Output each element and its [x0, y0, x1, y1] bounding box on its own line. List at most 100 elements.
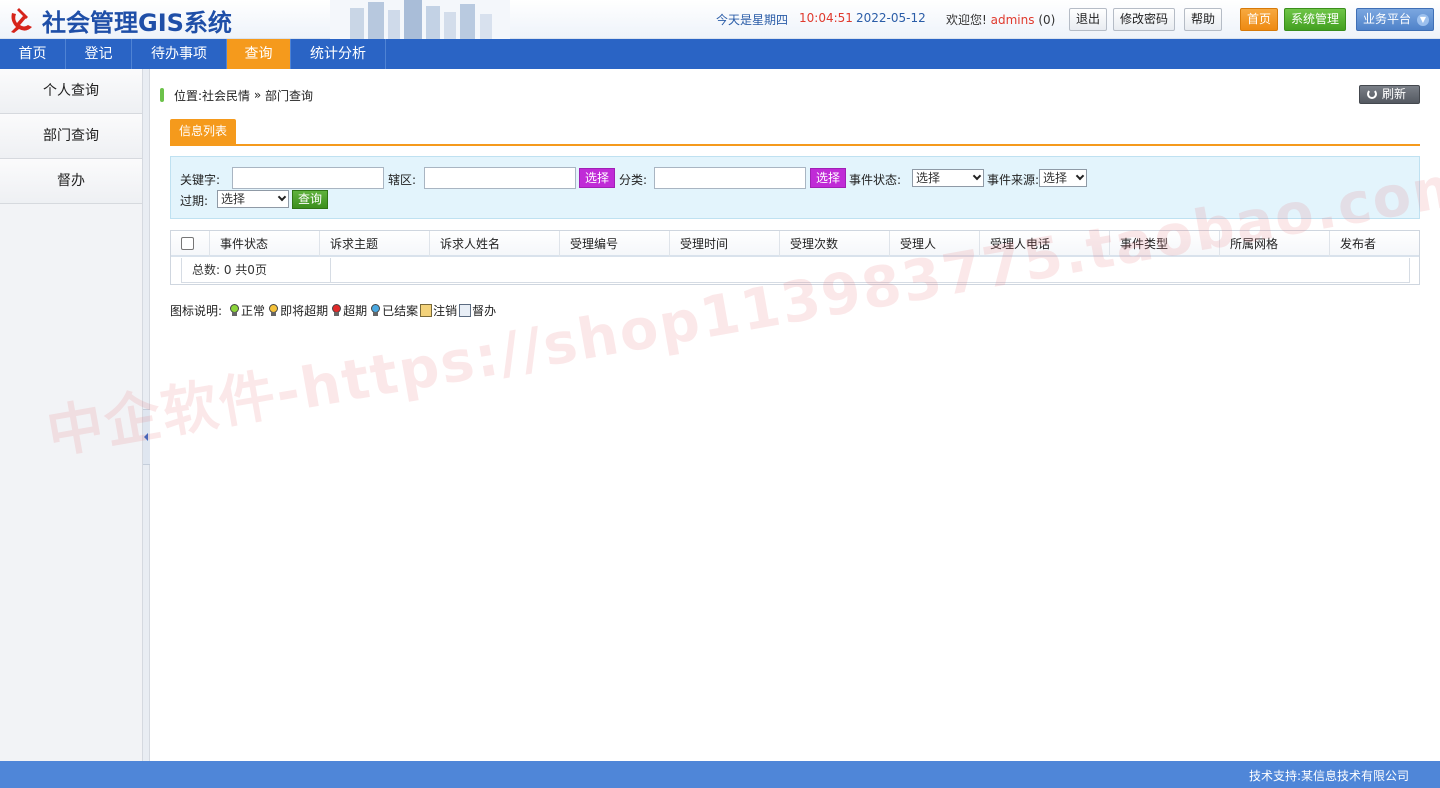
- home-button[interactable]: 首页: [1240, 8, 1279, 31]
- table-header: 事件状态 诉求主题 诉求人姓名 受理编号 受理时间 受理次数 受理人 受理人电话…: [171, 231, 1419, 257]
- column-header[interactable]: 受理次数: [779, 231, 889, 257]
- column-header[interactable]: 所属网格: [1219, 231, 1329, 257]
- event-source-value: 选择: [1043, 171, 1068, 185]
- expire-label: 过期:: [180, 194, 209, 208]
- logout-button[interactable]: 退出: [1069, 8, 1108, 31]
- event-status-select[interactable]: 选择: [912, 169, 984, 187]
- skyline-image: [330, 0, 510, 39]
- main-content: 位置: 社会民情 » 部门查询 刷新 信息列表 关键字: 辖区: 选择 分类: …: [151, 69, 1440, 761]
- chevron-down-icon: ▼: [1417, 14, 1429, 26]
- footer-support-text: 技术支持:某信息技术有限公司: [1248, 769, 1409, 783]
- help-button[interactable]: 帮助: [1184, 8, 1223, 31]
- column-header[interactable]: 诉求人姓名: [429, 231, 559, 257]
- category-input[interactable]: [654, 167, 806, 189]
- legend-item: 正常: [228, 302, 265, 319]
- icon-legend: 图标说明: 正常 即将超期 超期 已结案 注销 督办: [170, 301, 498, 319]
- breadcrumb: 位置: 社会民情 » 部门查询: [160, 87, 313, 103]
- tab-info-list[interactable]: 信息列表: [170, 119, 236, 144]
- refresh-button[interactable]: 刷新: [1359, 85, 1420, 104]
- username[interactable]: admins: [991, 13, 1035, 27]
- category-label: 分类:: [619, 173, 648, 187]
- total-count: 总数: 0 共0页: [182, 258, 331, 282]
- nav-item-todo[interactable]: 待办事项: [132, 39, 227, 69]
- main-nav: 首页 登记 待办事项 查询 统计分析: [0, 39, 1440, 69]
- expire-select[interactable]: 选择: [217, 190, 289, 208]
- nav-item-statistics[interactable]: 统计分析: [291, 39, 386, 69]
- platform-label: 业务平台: [1363, 12, 1412, 26]
- footer: 技术支持:某信息技术有限公司: [0, 761, 1440, 788]
- blue-bulb-icon: [369, 302, 381, 318]
- chevron-down-icon: [1075, 171, 1085, 181]
- nav-item-query[interactable]: 查询: [227, 39, 291, 69]
- current-date: 2022-05-12: [856, 11, 926, 25]
- legend-label: 正常: [241, 303, 266, 318]
- legend-label: 督办: [472, 303, 497, 318]
- district-input[interactable]: [424, 167, 576, 189]
- event-source-select[interactable]: 选择: [1039, 169, 1087, 187]
- sidebar-splitter: [143, 69, 150, 761]
- legend-item: 督办: [459, 302, 496, 319]
- chevron-down-icon: [972, 171, 982, 181]
- refresh-label: 刷新: [1382, 87, 1407, 101]
- legend-title: 图标说明:: [170, 303, 223, 318]
- legend-label: 超期: [343, 303, 368, 318]
- column-header[interactable]: 发布者: [1329, 231, 1419, 257]
- green-bulb-icon: [228, 302, 240, 318]
- keyword-label: 关键字:: [180, 173, 221, 187]
- chevron-down-icon: [277, 192, 287, 202]
- app-logo: 社会管理GIS系统: [6, 4, 232, 37]
- breadcrumb-marker: [160, 88, 164, 102]
- yellow-bulb-icon: [267, 302, 279, 318]
- column-header[interactable]: 受理人: [889, 231, 979, 257]
- expire-value: 选择: [221, 192, 246, 206]
- welcome-prefix: 欢迎您!: [946, 13, 987, 27]
- event-source-label: 事件来源:: [987, 173, 1040, 187]
- sidebar-item-department-query[interactable]: 部门查询: [0, 114, 142, 159]
- collapse-sidebar-handle[interactable]: [143, 409, 150, 465]
- result-table: 事件状态 诉求主题 诉求人姓名 受理编号 受理时间 受理次数 受理人 受理人电话…: [170, 230, 1420, 285]
- column-header[interactable]: 事件状态: [209, 231, 319, 257]
- legend-item: 已结案: [369, 302, 418, 319]
- breadcrumb-separator: »: [250, 88, 266, 102]
- sidebar: 个人查询 部门查询 督办: [0, 69, 143, 761]
- header: 社会管理GIS系统 今天是星期四 10:04:51 2022-05-12 欢迎您…: [0, 0, 1440, 39]
- tab-strip: 信息列表: [170, 119, 1420, 146]
- query-button[interactable]: 查询: [292, 190, 329, 209]
- breadcrumb-section: 社会民情: [202, 88, 251, 103]
- sidebar-item-personal-query[interactable]: 个人查询: [0, 69, 142, 114]
- search-panel: 关键字: 辖区: 选择 分类: 选择 事件状态: 选择 事件来源: 选择 过期:…: [170, 156, 1420, 219]
- table-footer: 总数: 0 共0页: [181, 258, 1410, 283]
- category-pick-button[interactable]: 选择: [810, 168, 847, 188]
- app-title: 社会管理GIS系统: [42, 8, 232, 37]
- breadcrumb-prefix: 位置:: [174, 88, 203, 103]
- sidebar-item-supervise[interactable]: 督办: [0, 159, 142, 204]
- legend-item: 超期: [330, 302, 367, 319]
- chevron-left-icon: [144, 433, 148, 441]
- legend-item: 注销: [420, 302, 457, 319]
- supervise-icon: [459, 303, 472, 317]
- legend-item: 即将超期: [267, 302, 328, 319]
- platform-dropdown[interactable]: 业务平台 ▼: [1356, 8, 1434, 31]
- welcome-text: 欢迎您! admins (0): [946, 11, 1055, 28]
- keyword-input[interactable]: [232, 167, 384, 189]
- weekday-text: 今天是星期四: [716, 13, 789, 27]
- system-manage-button[interactable]: 系统管理: [1284, 8, 1347, 31]
- column-header[interactable]: 受理人电话: [979, 231, 1109, 257]
- legend-label: 注销: [433, 303, 458, 318]
- column-header[interactable]: 事件类型: [1109, 231, 1219, 257]
- column-header[interactable]: 诉求主题: [319, 231, 429, 257]
- legend-label: 已结案: [382, 303, 419, 318]
- nav-item-register[interactable]: 登记: [66, 39, 132, 69]
- column-header[interactable]: 受理时间: [669, 231, 779, 257]
- change-password-button[interactable]: 修改密码: [1113, 8, 1176, 31]
- district-pick-button[interactable]: 选择: [579, 168, 616, 188]
- select-all-checkbox[interactable]: [181, 237, 194, 250]
- party-emblem-icon: [11, 8, 32, 33]
- nav-item-home[interactable]: 首页: [0, 39, 66, 69]
- legend-label: 即将超期: [280, 303, 329, 318]
- message-count[interactable]: (0): [1038, 13, 1055, 27]
- clock-time: 10:04:51: [799, 11, 853, 25]
- district-label: 辖区:: [388, 173, 417, 187]
- column-header[interactable]: 受理编号: [559, 231, 669, 257]
- cancel-icon: [420, 303, 433, 317]
